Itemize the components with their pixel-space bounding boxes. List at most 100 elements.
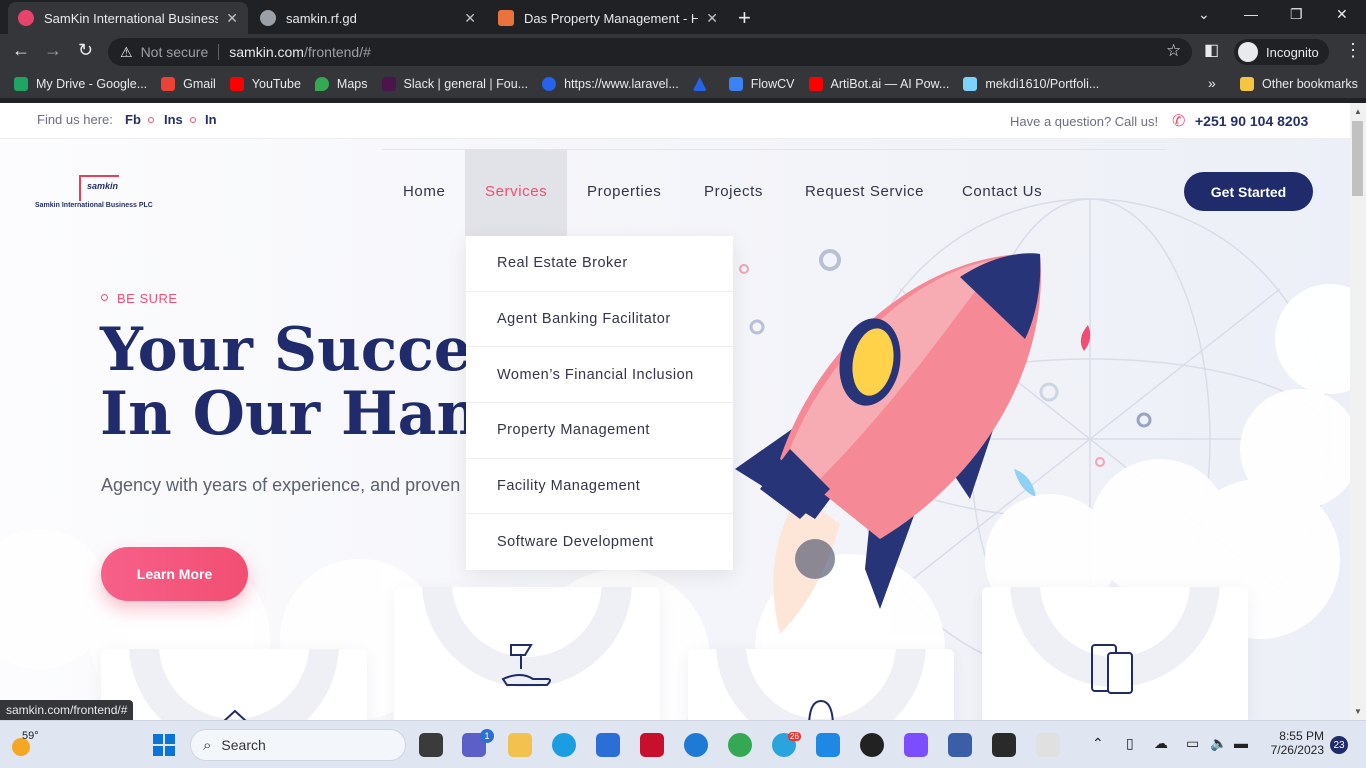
node-circle <box>1039 382 1059 402</box>
notification-badge[interactable]: 23 <box>1330 736 1348 754</box>
more-bookmarks-button[interactable]: » <box>1208 75 1216 91</box>
status-bar-url: samkin.com/frontend/# <box>0 700 134 720</box>
store-icon[interactable] <box>596 733 620 757</box>
hero-tagline: Agency with years of experience, and pro… <box>101 475 519 495</box>
snipping-tool-icon[interactable] <box>1036 733 1060 757</box>
bookmark-gmail[interactable]: Gmail <box>161 77 216 91</box>
system-clock[interactable]: 8:55 PM 7/26/2023 <box>1268 729 1324 757</box>
bookmark-label: mekdi1610/Portfoli... <box>985 77 1100 91</box>
menu-item-software-development[interactable]: Software Development <box>466 514 733 570</box>
facebook-link[interactable]: Fb <box>125 112 141 127</box>
linkedin-link[interactable]: In <box>205 112 217 127</box>
bookmark-maps[interactable]: Maps <box>314 77 368 91</box>
mcafee-icon[interactable] <box>640 733 664 757</box>
maps-icon <box>314 77 329 91</box>
menu-item-real-estate-broker[interactable]: Real Estate Broker <box>466 236 733 292</box>
nav-services[interactable]: Services <box>485 183 547 200</box>
node-circle <box>739 264 749 274</box>
tab-das-property[interactable]: Das Property Management - Hom ✕ <box>488 2 728 34</box>
house-favicon-icon <box>498 10 514 26</box>
service-card[interactable] <box>394 587 660 720</box>
tab-search-chevron-icon[interactable]: ⌄ <box>1198 6 1210 23</box>
bookmark-flowcv[interactable]: FlowCV <box>728 77 795 91</box>
display-icon[interactable]: ▭ <box>1186 735 1199 752</box>
new-tab-icon[interactable]: + <box>738 5 751 31</box>
service-card[interactable] <box>101 649 367 720</box>
node-circle <box>1095 457 1105 467</box>
nav-home[interactable]: Home <box>403 183 445 200</box>
service-card[interactable] <box>688 649 954 720</box>
windows-start-icon[interactable] <box>152 733 176 757</box>
address-bar[interactable]: ⚠ Not secure samkin.com /frontend/# <box>108 38 1192 66</box>
bookmark-unnamed[interactable] <box>692 77 715 91</box>
menu-item-womens-financial-inclusion[interactable]: Women’s Financial Inclusion <box>466 347 733 404</box>
services-dropdown: Real Estate Broker Agent Banking Facilit… <box>466 236 733 570</box>
volume-icon[interactable]: 🔈 <box>1210 735 1227 752</box>
tray-chevron-icon[interactable]: ⌃ <box>1092 735 1104 752</box>
taskbar-search[interactable]: ⌕ Search <box>190 729 406 761</box>
minimize-icon[interactable]: — <box>1244 6 1258 22</box>
bookmark-artibot[interactable]: ArtiBot.ai — AI Pow... <box>808 77 949 91</box>
vscode-icon[interactable] <box>816 733 840 757</box>
separator-dot <box>190 117 196 123</box>
service-card[interactable] <box>982 587 1248 720</box>
other-bookmarks-folder[interactable]: Other bookmarks <box>1240 77 1358 91</box>
battery-icon[interactable]: ▬ <box>1234 735 1248 751</box>
terminal-icon[interactable] <box>992 733 1016 757</box>
notepad-icon[interactable] <box>948 733 972 757</box>
edge-icon[interactable] <box>552 733 576 757</box>
onedrive-icon[interactable]: ☁ <box>1154 735 1168 752</box>
bookmark-label: FlowCV <box>750 77 795 91</box>
menu-item-agent-banking[interactable]: Agent Banking Facilitator <box>466 292 733 348</box>
menu-item-facility-management[interactable]: Facility Management <box>466 459 733 515</box>
scroll-up-icon[interactable]: ▲ <box>1354 107 1362 116</box>
nav-projects[interactable]: Projects <box>704 183 763 200</box>
phone-number[interactable]: +251 90 104 8203 <box>1195 113 1308 129</box>
nav-request-service[interactable]: Request Service <box>805 183 924 200</box>
separator-dot <box>148 117 154 123</box>
close-tab-icon[interactable]: ✕ <box>464 10 476 27</box>
get-started-button[interactable]: Get Started <box>1184 172 1313 211</box>
learn-more-button[interactable]: Learn More <box>101 547 248 601</box>
tab-samkin[interactable]: SamKin International Business PL ✕ <box>8 2 248 34</box>
bookmark-slack[interactable]: Slack | general | Fou... <box>381 77 528 91</box>
bookmark-youtube[interactable]: YouTube <box>229 77 301 91</box>
scroll-down-icon[interactable]: ▼ <box>1354 707 1362 716</box>
sidebar-icon[interactable]: ◧ <box>1204 40 1219 60</box>
bookmark-my-drive[interactable]: My Drive - Google... <box>14 77 147 91</box>
reload-icon[interactable]: ↻ <box>78 40 93 61</box>
file-explorer-icon[interactable] <box>508 733 532 757</box>
menu-kebab-icon[interactable]: ⋮ <box>1344 40 1362 61</box>
gmail-icon <box>161 77 176 91</box>
mobile-devices-icon <box>1091 644 1133 694</box>
tab-title: SamKin International Business PL <box>44 10 219 26</box>
media-player-icon[interactable] <box>860 733 884 757</box>
warning-icon[interactable]: ⚠ <box>120 44 133 61</box>
bookmark-portfolio[interactable]: mekdi1610/Portfoli... <box>963 77 1099 91</box>
close-tab-icon[interactable]: ✕ <box>226 10 238 27</box>
task-view-icon[interactable] <box>419 733 443 757</box>
close-tab-icon[interactable]: ✕ <box>706 10 718 27</box>
instagram-link[interactable]: Ins <box>164 112 183 127</box>
incognito-badge[interactable]: Incognito <box>1234 39 1329 65</box>
scrollbar-thumb[interactable] <box>1352 121 1363 196</box>
nav-properties[interactable]: Properties <box>587 183 661 200</box>
bookmark-label: YouTube <box>251 77 301 91</box>
forward-icon[interactable]: → <box>44 40 62 61</box>
leaf-shape <box>1080 325 1091 351</box>
back-icon[interactable]: ← <box>12 40 30 61</box>
help-icon[interactable] <box>684 733 708 757</box>
usb-icon[interactable]: ▯ <box>1126 735 1134 752</box>
restore-icon[interactable]: ❐ <box>1290 6 1303 23</box>
nav-contact-us[interactable]: Contact Us <box>962 183 1042 200</box>
page-scrollbar[interactable]: ▲ ▼ <box>1350 103 1366 720</box>
vpn-icon[interactable] <box>904 733 928 757</box>
close-window-icon[interactable]: ✕ <box>1336 6 1348 23</box>
tab-samkin-rf[interactable]: samkin.rf.gd ✕ <box>250 2 486 34</box>
menu-item-property-management[interactable]: Property Management <box>466 403 733 459</box>
chrome-icon[interactable] <box>728 733 752 757</box>
search-icon: ⌕ <box>203 736 212 754</box>
bookmark-star-icon[interactable]: ☆ <box>1166 41 1181 61</box>
bookmark-label: Other bookmarks <box>1262 77 1358 91</box>
bookmark-laravel[interactable]: https://www.laravel... <box>542 77 679 91</box>
